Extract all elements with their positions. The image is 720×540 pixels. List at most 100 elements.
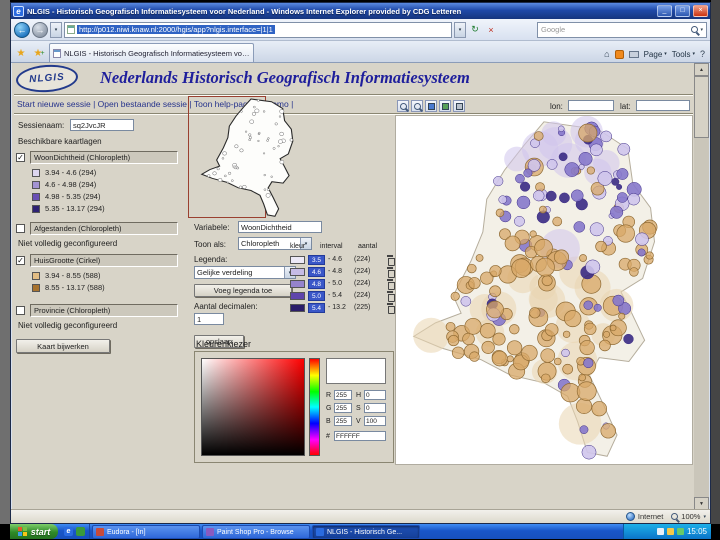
ie-quicklaunch-icon[interactable]: e <box>64 527 73 536</box>
quicklaunch-icon[interactable] <box>76 527 85 536</box>
forward-button[interactable]: → <box>32 21 48 38</box>
layer-woondichtheid[interactable]: WoonDichtheid (Chloropleth) <box>30 151 178 164</box>
layer-afgestanden[interactable]: Afgestanden (Chloropleth) <box>30 222 178 235</box>
hex-field[interactable]: FFFFFF <box>334 431 386 441</box>
hue-slider[interactable] <box>309 358 320 456</box>
layer-woondichtheid-checkbox[interactable] <box>16 153 25 162</box>
taskbar-item-paintshoppro[interactable]: Paint Shop Pro - Browse <box>202 525 310 539</box>
address-bar: ← → ▾ http://p012.niwi.knaw.nl:2000/hgis… <box>11 19 710 41</box>
blue-label: B <box>326 418 331 425</box>
column-header-kleur: kleur <box>290 243 306 250</box>
taskbar-item-nlgis[interactable]: NLGIS - Historisch Ge... <box>312 525 420 539</box>
favorites-star-icon[interactable]: ★ <box>13 44 29 62</box>
zoom-full-extent-icon[interactable] <box>425 100 437 112</box>
delete-legend-row-icon[interactable] <box>386 303 395 314</box>
delete-legend-row-icon[interactable] <box>386 291 395 302</box>
magnifier-minus-glyph <box>413 102 421 110</box>
legend-label: 8.55 - 13.17 (588) <box>45 283 105 292</box>
session-value-field[interactable]: sq2JvcJR <box>70 119 134 131</box>
search-dropdown-icon[interactable]: ▾ <box>700 27 703 33</box>
layer-afgestanden-checkbox[interactable] <box>16 224 25 233</box>
delete-legend-row-icon[interactable] <box>386 279 395 290</box>
decimals-field[interactable]: 1 <box>194 313 224 325</box>
tray-icon[interactable] <box>666 528 674 535</box>
refresh-icon[interactable]: ↻ <box>468 22 482 38</box>
netherlands-thumbnail-map[interactable] <box>195 97 307 219</box>
pan-icon[interactable] <box>439 100 451 112</box>
legend-row-bound[interactable]: 4.8 <box>308 279 325 289</box>
netherlands-choropleth-map[interactable] <box>395 115 693 465</box>
tools-menu[interactable]: Tools ▾ <box>672 50 695 59</box>
help-icon[interactable]: ? <box>700 49 705 59</box>
green-field[interactable]: 255 <box>334 403 352 413</box>
close-button[interactable]: × <box>693 5 708 17</box>
page-menu[interactable]: Page ▾ <box>644 50 667 59</box>
layer-huisgrootte-checkbox[interactable] <box>16 256 25 265</box>
layer-huisgrootte[interactable]: HuisGrootte (Cirkel) <box>30 254 178 267</box>
stop-icon[interactable]: × <box>484 22 498 38</box>
nav-start-nieuwe-sessie[interactable]: Start nieuwe sessie <box>17 99 98 109</box>
scroll-up-icon[interactable]: ▲ <box>694 63 709 76</box>
tools-menu-label: Tools <box>671 49 691 59</box>
legend-swatch <box>32 205 40 213</box>
tray-icon[interactable] <box>676 528 684 535</box>
legend-row-bound[interactable]: 5.0 <box>308 291 325 301</box>
value-field[interactable]: 100 <box>364 416 386 426</box>
taskbar-item-eudora[interactable]: Eudora - [In] <box>92 525 200 539</box>
scrollbar-thumb[interactable] <box>694 76 709 138</box>
blue-field[interactable]: 255 <box>334 416 352 426</box>
browser-tab[interactable]: NLGIS - Historisch Geografisch Informati… <box>49 43 254 62</box>
back-button[interactable]: ← <box>14 21 30 38</box>
search-box[interactable]: Google ▾ <box>537 21 707 38</box>
zoom-in-icon[interactable] <box>397 100 409 112</box>
home-icon[interactable]: ⌂ <box>604 49 609 59</box>
add-legend-button[interactable]: Voeg legenda toe <box>194 284 292 297</box>
legend-row-bound[interactable]: 5.4 <box>308 303 325 313</box>
saturation-field[interactable]: 0 <box>364 403 386 413</box>
legend-row-range: 4.8 <box>328 268 342 275</box>
page-content: NLGIS Nederlands Historisch Geografisch … <box>12 63 695 510</box>
red-field[interactable]: 255 <box>334 390 352 400</box>
legend-row-bound[interactable]: 4.6 <box>308 267 325 277</box>
zoom-out-icon[interactable] <box>411 100 423 112</box>
minimize-button[interactable]: _ <box>657 5 672 17</box>
task-label: NLGIS - Historisch Ge... <box>327 528 403 536</box>
update-map-button[interactable]: Kaart bijwerken <box>16 339 110 353</box>
rss-feed-icon[interactable] <box>614 49 624 59</box>
url-field[interactable]: http://p012.niwi.knaw.nl:2000/hgis/app?n… <box>64 21 452 38</box>
delete-legend-row-icon[interactable] <box>386 267 395 278</box>
url-dropdown-icon[interactable]: ▾ <box>454 21 466 38</box>
saturation-value-square[interactable] <box>201 358 305 456</box>
legend-row-swatch <box>290 280 305 288</box>
search-icon[interactable] <box>691 26 699 33</box>
green-label: G <box>326 405 332 412</box>
info-icon[interactable] <box>453 100 465 112</box>
lat-field[interactable] <box>636 100 690 111</box>
delete-legend-row-icon[interactable] <box>386 255 395 266</box>
lon-field[interactable] <box>568 100 614 111</box>
hue-field[interactable]: 0 <box>364 390 386 400</box>
history-dropdown-icon[interactable]: ▾ <box>50 21 62 38</box>
red-label: R <box>326 392 332 399</box>
legend-label: 3.94 - 4.6 (294) <box>45 168 97 177</box>
tab-favicon <box>53 48 61 58</box>
start-button[interactable]: start <box>10 524 58 539</box>
distribution-select[interactable]: Gelijke verdeling▾ <box>194 266 296 279</box>
nav-open-bestaande-sessie[interactable]: Open bestaande sessie <box>98 99 194 109</box>
variable-value-field[interactable]: WoonDichtheid <box>238 221 322 233</box>
window-titlebar[interactable]: e NLGIS - Historisch Geografisch Informa… <box>11 3 710 19</box>
vertical-scrollbar[interactable]: ▲ ▼ <box>694 63 709 510</box>
maximize-button[interactable]: □ <box>675 5 690 17</box>
color-preview <box>326 358 386 384</box>
layer-provincie[interactable]: Provincie (Chloropleth) <box>30 304 178 317</box>
print-icon[interactable] <box>628 50 639 58</box>
zoom-control[interactable]: 100% ▾ <box>671 512 706 521</box>
add-favorite-icon[interactable]: ★ + <box>31 44 47 62</box>
paintshoppro-icon <box>206 528 214 536</box>
legend-row-bound[interactable]: 3.5 <box>308 255 325 265</box>
layer-provincie-checkbox[interactable] <box>16 306 25 315</box>
legend-row-swatch <box>290 292 305 300</box>
tray-icon[interactable] <box>656 528 664 535</box>
start-label: start <box>30 526 51 537</box>
legend-swatch <box>32 272 40 280</box>
